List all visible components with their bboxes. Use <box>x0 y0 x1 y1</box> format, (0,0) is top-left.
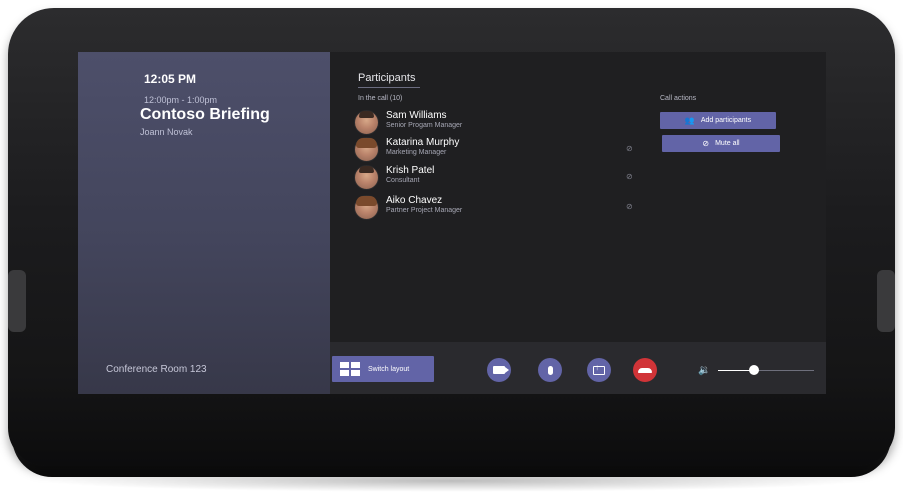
muted-mic-icon: ⊘ <box>626 172 633 181</box>
camera-button[interactable] <box>487 358 511 382</box>
add-participants-label: Add participants <box>700 117 752 124</box>
participant-row[interactable]: Krish Patel Consultant <box>354 165 594 190</box>
participant-role: Senior Progam Manager <box>386 122 463 129</box>
participant-avatar <box>354 137 379 162</box>
volume-slider-handle[interactable] <box>749 365 760 375</box>
participant-role: Consultant <box>386 177 420 184</box>
participant-name: Aiko Chavez <box>386 195 443 206</box>
mute-all-label: Mute all <box>715 140 740 147</box>
clock: 12:05 PM <box>144 72 197 86</box>
participant-role: Partner Project Manager <box>386 207 463 214</box>
meeting-time-range: 12:00pm - 1:00pm <box>144 95 218 105</box>
participant-avatar <box>354 110 379 135</box>
participant-row[interactable]: Katarina Murphy Marketing Manager <box>354 137 594 162</box>
muted-mic-icon: ⊘ <box>626 202 633 211</box>
hang-up-icon <box>638 367 652 373</box>
camera-icon <box>493 366 509 374</box>
call-actions-label: Call actions <box>660 95 697 102</box>
meeting-organizer: Joann Novak <box>140 127 193 137</box>
switch-layout-button[interactable]: Switch layout <box>332 356 434 382</box>
microphone-icon <box>547 365 553 375</box>
microphone-button[interactable] <box>538 358 562 382</box>
right-side-button <box>877 270 895 332</box>
room-name: Conference Room 123 <box>106 364 207 375</box>
in-call-count: In the call (10) <box>358 95 403 102</box>
meeting-title: Contoso Briefing <box>140 106 270 123</box>
participant-role: Marketing Manager <box>386 149 447 156</box>
share-screen-button[interactable] <box>587 358 611 382</box>
participant-name: Sam Williams <box>386 110 447 121</box>
participant-name: Katarina Murphy <box>386 137 460 148</box>
share-screen-icon <box>593 363 605 375</box>
switch-layout-label: Switch layout <box>368 365 410 373</box>
participants-title-underline <box>358 87 420 88</box>
participant-avatar <box>354 195 379 220</box>
participants-panel: Participants In the call (10) Call actio… <box>330 52 826 394</box>
participant-row[interactable]: Aiko Chavez Partner Project Manager <box>354 195 594 220</box>
hang-up-button[interactable] <box>633 358 657 382</box>
mute-all-button[interactable]: ⊘ Mute all <box>662 135 780 152</box>
mic-off-icon: ⊘ <box>702 139 710 148</box>
add-participants-button[interactable]: 👥 Add participants <box>660 112 776 129</box>
layout-grid-icon <box>340 362 360 376</box>
participants-title: Participants <box>358 72 416 84</box>
call-control-bar: Switch layout 🔉 <box>330 342 826 394</box>
participant-name: Krish Patel <box>386 165 435 176</box>
meeting-info-panel: 12:05 PM 12:00pm - 1:00pm Contoso Briefi… <box>78 52 330 394</box>
add-person-icon: 👥 <box>684 116 695 125</box>
left-side-button <box>8 270 26 332</box>
participant-avatar <box>354 165 379 190</box>
muted-mic-icon: ⊘ <box>626 144 633 153</box>
volume-icon: 🔉 <box>698 365 711 376</box>
device-screen: 12:05 PM 12:00pm - 1:00pm Contoso Briefi… <box>78 52 826 394</box>
participant-row[interactable]: Sam Williams Senior Progam Manager <box>354 110 594 135</box>
